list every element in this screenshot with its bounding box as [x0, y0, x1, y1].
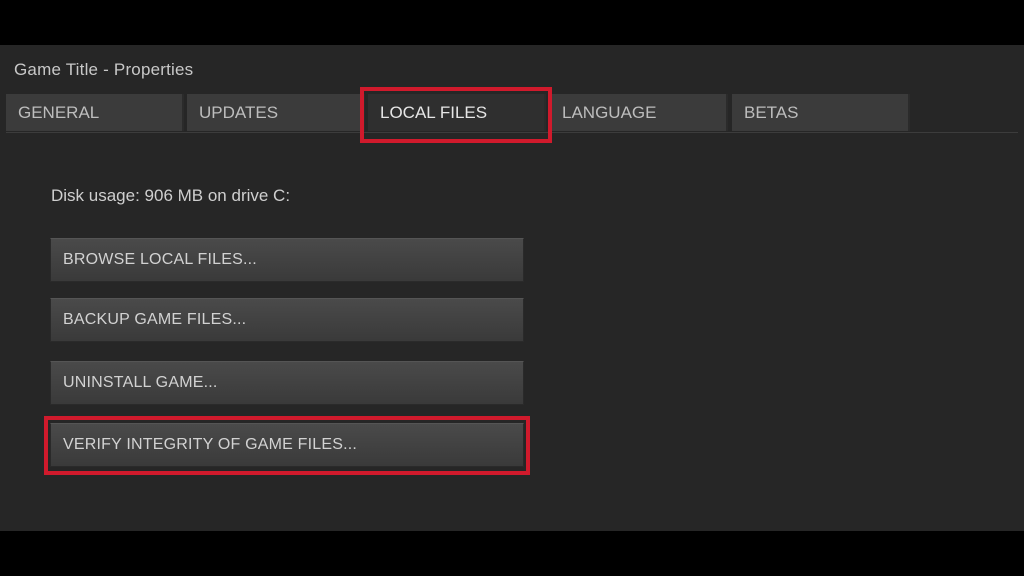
browse-local-files-button[interactable]: BROWSE LOCAL FILES... — [50, 238, 524, 282]
tab-bar: GENERAL UPDATES LOCAL FILES LANGUAGE BET… — [6, 94, 1018, 133]
tab-general[interactable]: GENERAL — [6, 94, 184, 131]
tab-local-files[interactable]: LOCAL FILES — [368, 94, 546, 131]
window-title: Game Title - Properties — [14, 60, 194, 79]
backup-game-files-button[interactable]: BACKUP GAME FILES... — [50, 298, 524, 342]
disk-usage-text: Disk usage: 906 MB on drive C: — [51, 186, 291, 205]
uninstall-game-button[interactable]: UNINSTALL GAME... — [50, 361, 524, 405]
properties-window: Game Title - Properties GENERAL UPDATES … — [0, 45, 1024, 531]
verify-integrity-button[interactable]: VERIFY INTEGRITY OF GAME FILES... — [50, 423, 524, 467]
tab-updates[interactable]: UPDATES — [187, 94, 365, 131]
screen: Game Title - Properties GENERAL UPDATES … — [0, 0, 1024, 576]
tab-language[interactable]: LANGUAGE — [550, 94, 728, 131]
tab-betas[interactable]: BETAS — [732, 94, 910, 131]
